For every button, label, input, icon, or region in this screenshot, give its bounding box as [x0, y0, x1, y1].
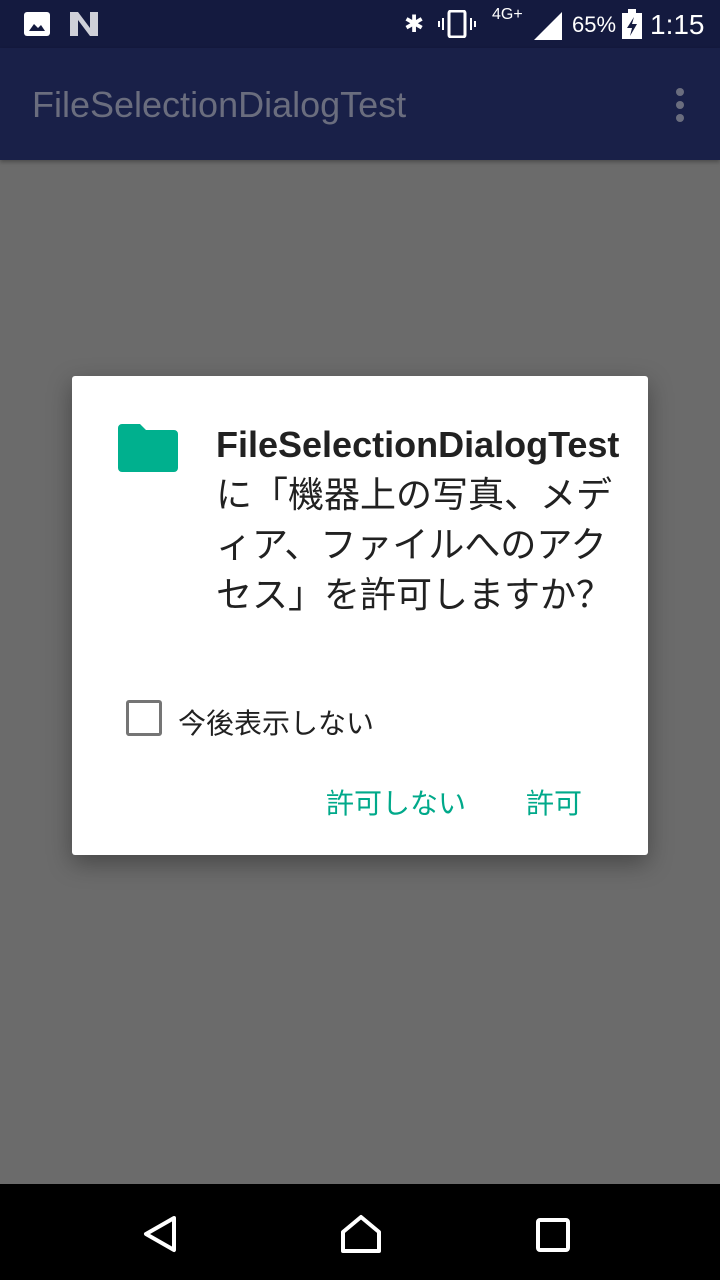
battery-percent: 65%: [572, 12, 617, 37]
clock: 1:15: [650, 9, 705, 40]
battery-charging-icon: [622, 9, 642, 39]
permission-message: FileSelectionDialogTest に「機器上の写真、メディア、ファ…: [216, 420, 622, 620]
vibrate-icon: [438, 10, 476, 38]
app-bar: FileSelectionDialogTest: [0, 48, 720, 160]
deny-button[interactable]: 許可しない: [326, 782, 466, 822]
permission-dialog: FileSelectionDialogTest に「機器上の写真、メディア、ファ…: [72, 376, 648, 855]
allow-button[interactable]: 許可: [526, 782, 582, 822]
app-title: FileSelectionDialogTest: [32, 84, 407, 125]
folder-icon: [118, 424, 178, 472]
dont-show-again-label[interactable]: 今後表示しない: [178, 702, 374, 742]
signal-icon: [534, 12, 562, 40]
overflow-menu-icon[interactable]: [676, 88, 684, 122]
home-icon[interactable]: [340, 1214, 382, 1254]
navigation-bar: [0, 1184, 720, 1280]
bluetooth-icon: ✱: [404, 11, 425, 38]
network-type: 4G+: [492, 6, 523, 23]
dont-show-again-checkbox[interactable]: [126, 700, 162, 736]
recents-icon[interactable]: [536, 1218, 570, 1252]
image-notification-icon: [24, 12, 50, 36]
permission-text: に「機器上の写真、メディア、ファイルへのアクセス」を許可しますか？: [216, 474, 613, 615]
app-name: FileSelectionDialogTest: [216, 424, 620, 465]
n-notification-icon: [70, 12, 98, 36]
status-bar: ✱ 4G+ 65% 1:15: [0, 0, 720, 48]
back-icon[interactable]: [140, 1214, 180, 1254]
